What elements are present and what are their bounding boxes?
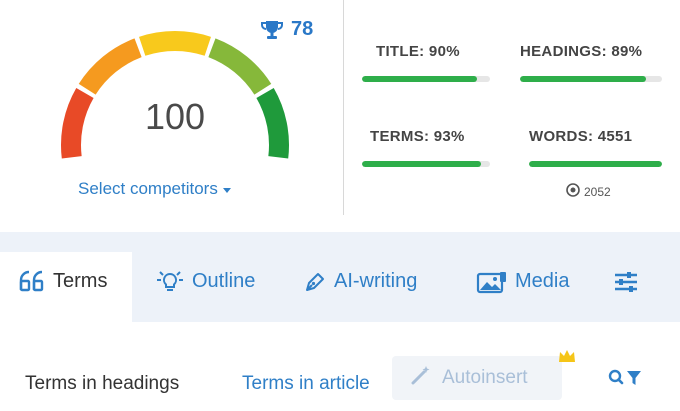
target-icon <box>566 183 580 200</box>
words-metric: WORDS: 4551 <box>529 128 662 167</box>
title-metric: TITLE: 90% <box>362 43 490 82</box>
tab-media-label: Media <box>515 270 570 292</box>
trophy-icon <box>259 19 285 41</box>
panel-divider <box>343 0 344 215</box>
tab-settings[interactable] <box>612 252 640 322</box>
image-icon <box>476 270 508 294</box>
terms-subrow: Terms in headings Terms in article Autoi… <box>0 322 680 411</box>
magic-wand-icon <box>410 364 432 392</box>
headings-metric-label: HEADINGS: 89% <box>520 43 643 60</box>
title-metric-label: TITLE: 90% <box>376 43 460 60</box>
quote-icon <box>18 270 46 292</box>
headings-metric: HEADINGS: 89% <box>520 43 662 82</box>
tab-bar: Terms Outline AI-writing Media <box>0 232 680 322</box>
tab-terms[interactable]: Terms <box>0 252 132 322</box>
headings-progress-fill <box>520 76 647 82</box>
score-value: 100 <box>144 96 206 137</box>
tab-outline-label: Outline <box>192 270 256 292</box>
subtab-terms-in-headings[interactable]: Terms in headings <box>25 373 179 395</box>
tab-outline[interactable]: Outline <box>155 252 255 322</box>
sliders-icon <box>612 270 640 294</box>
words-progress-fill <box>529 161 662 167</box>
search-icon <box>608 369 624 392</box>
terms-metric-label: TERMS: 93% <box>370 128 465 145</box>
terms-progress-fill <box>362 161 482 167</box>
tab-ai-writing[interactable]: AI-writing <box>303 252 417 322</box>
trophy-count: 78 <box>291 18 314 40</box>
competitor-words: 2052 <box>566 183 611 200</box>
filter-icon <box>626 369 642 392</box>
title-progress-fill <box>362 76 478 82</box>
score-panel: 100 78 Select competitors <box>0 0 344 215</box>
tab-media[interactable]: Media <box>476 252 569 322</box>
gauge-segment-5 <box>256 88 289 159</box>
competitor-score: 78 <box>259 18 313 41</box>
gauge-segment-3 <box>139 31 211 56</box>
terms-progress-bar <box>362 161 490 167</box>
crown-icon <box>557 348 577 369</box>
autoinsert-label: Autoinsert <box>442 367 528 388</box>
lightbulb-icon <box>155 270 185 294</box>
headings-progress-bar <box>520 76 662 82</box>
terms-metric: TERMS: 93% <box>362 128 490 167</box>
tab-ai-writing-label: AI-writing <box>334 270 418 292</box>
tab-terms-label: Terms <box>53 270 108 292</box>
pen-icon <box>303 270 327 294</box>
select-competitors-dropdown[interactable]: Select competitors <box>78 179 231 199</box>
chevron-down-icon <box>222 187 231 193</box>
words-progress-bar <box>529 161 662 167</box>
title-progress-bar <box>362 76 490 82</box>
competitor-words-count: 2052 <box>584 184 611 199</box>
gauge-segment-2 <box>78 38 142 95</box>
autoinsert-button[interactable]: Autoinsert <box>392 356 562 400</box>
search-filter-button[interactable] <box>608 369 642 392</box>
words-metric-label: WORDS: 4551 <box>529 128 633 145</box>
gauge-segment-4 <box>208 38 272 95</box>
gauge-segment-1 <box>61 88 94 159</box>
select-competitors-label: Select competitors <box>78 179 218 198</box>
subtab-terms-in-article[interactable]: Terms in article <box>242 373 402 395</box>
